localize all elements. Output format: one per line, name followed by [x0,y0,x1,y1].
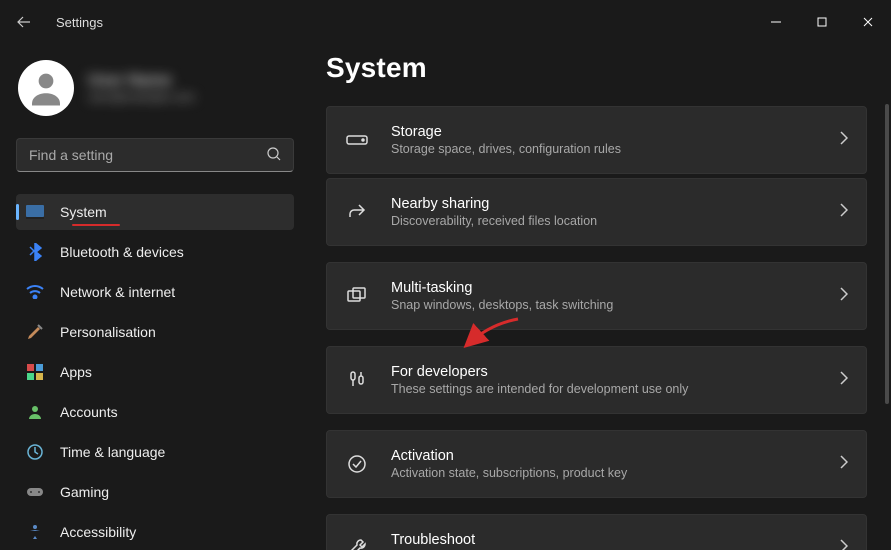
page-title: System [326,52,867,84]
card-activation[interactable]: Activation Activation state, subscriptio… [326,430,867,498]
search-input[interactable] [16,138,294,172]
sidebar-item-label: Accessibility [60,524,136,540]
card-title: Activation [391,448,840,464]
card-title: Nearby sharing [391,196,840,212]
back-button[interactable] [12,10,36,34]
card-troubleshoot[interactable]: Troubleshoot Recommended troubleshooters… [326,514,867,550]
card-nearby-sharing[interactable]: Nearby sharing Discoverability, received… [326,178,867,246]
chevron-right-icon [840,131,848,150]
apps-icon [26,363,44,381]
person-icon [26,403,44,421]
card-title: Troubleshoot [391,532,840,548]
chevron-right-icon [840,287,848,306]
card-subtitle: Activation state, subscriptions, product… [391,466,840,480]
user-name: User Name [88,72,195,90]
gamepad-icon [26,483,44,501]
sidebar-item-label: System [60,204,107,220]
card-multitasking[interactable]: Multi-tasking Snap windows, desktops, ta… [326,262,867,330]
user-block[interactable]: User Name user@example.com [16,52,294,124]
window-controls [753,6,891,38]
user-text: User Name user@example.com [88,72,195,104]
sidebar-item-label: Network & internet [60,284,175,300]
card-subtitle: Snap windows, desktops, task switching [391,298,840,312]
card-title: Multi-tasking [391,280,840,296]
bluetooth-icon [26,243,44,261]
clock-globe-icon [26,443,44,461]
user-email: user@example.com [88,90,195,104]
card-subtitle: Storage space, drives, configuration rul… [391,142,840,156]
sidebar-item-label: Apps [60,364,92,380]
card-title: For developers [391,364,840,380]
share-icon [345,202,369,222]
sidebar-item-apps[interactable]: Apps [16,354,294,390]
card-title: Storage [391,124,840,140]
maximize-button[interactable] [799,6,845,38]
sidebar-item-system[interactable]: System [16,194,294,230]
accessibility-icon [26,523,44,541]
sidebar-item-bluetooth[interactable]: Bluetooth & devices [16,234,294,270]
search-wrap [16,138,294,172]
minimize-button[interactable] [753,6,799,38]
annotation-underline [72,224,120,226]
avatar [18,60,74,116]
sidebar-item-accounts[interactable]: Accounts [16,394,294,430]
chevron-right-icon [840,455,848,474]
sidebar-item-label: Personalisation [60,324,156,340]
card-subtitle: These settings are intended for developm… [391,382,840,396]
settings-card-list: Storage Storage space, drives, configura… [326,106,867,550]
chevron-right-icon [840,539,848,550]
main-content: System Storage Storage space, drives, co… [310,44,891,550]
sidebar-item-accessibility[interactable]: Accessibility [16,514,294,550]
sidebar-item-gaming[interactable]: Gaming [16,474,294,510]
window-title: Settings [56,15,103,30]
nav-list: System Bluetooth & devices Network & int… [16,194,294,550]
developer-icon [345,370,369,390]
wrench-icon [345,538,369,550]
system-icon [26,203,44,221]
sidebar-item-label: Accounts [60,404,118,420]
sidebar-item-label: Bluetooth & devices [60,244,184,260]
scrollbar-thumb[interactable] [885,104,889,404]
card-storage[interactable]: Storage Storage space, drives, configura… [326,106,867,174]
check-circle-icon [345,454,369,474]
card-for-developers[interactable]: For developers These settings are intend… [326,346,867,414]
sidebar-item-label: Gaming [60,484,109,500]
chevron-right-icon [840,371,848,390]
titlebar: Settings [0,0,891,44]
storage-icon [345,134,369,146]
sidebar-item-time-language[interactable]: Time & language [16,434,294,470]
sidebar-item-label: Time & language [60,444,165,460]
chevron-right-icon [840,203,848,222]
wifi-icon [26,283,44,301]
sidebar-item-network[interactable]: Network & internet [16,274,294,310]
search-icon [266,146,282,167]
sidebar-item-personalisation[interactable]: Personalisation [16,314,294,350]
paintbrush-icon [26,323,44,341]
close-button[interactable] [845,6,891,38]
sidebar: User Name user@example.com System Blueto… [0,44,310,550]
multitask-icon [345,287,369,305]
card-subtitle: Discoverability, received files location [391,214,840,228]
